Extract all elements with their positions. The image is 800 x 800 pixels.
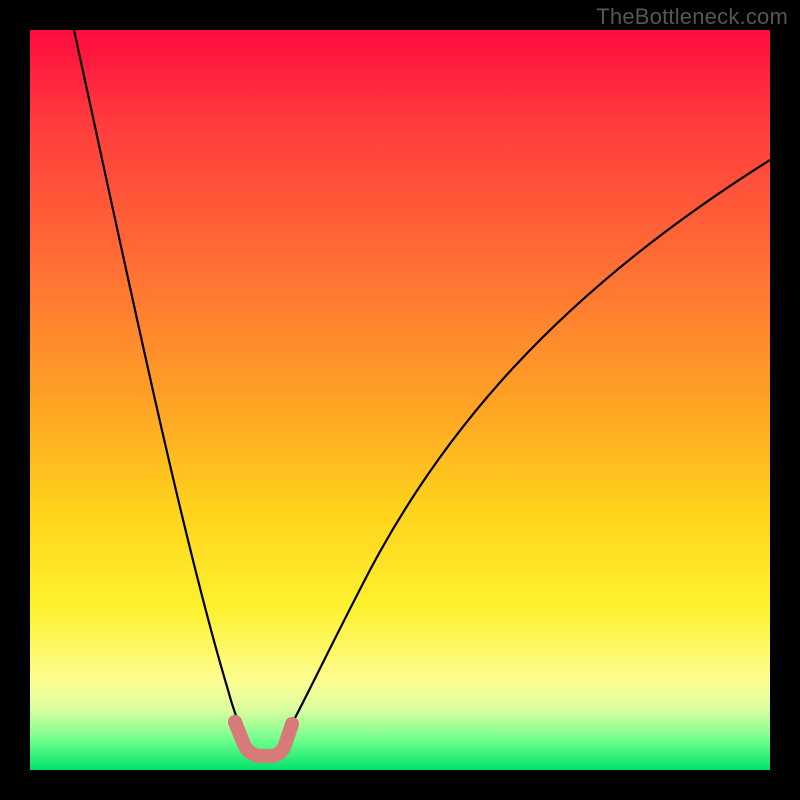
- plot-area: [30, 30, 770, 770]
- chart-stage: TheBottleneck.com: [0, 0, 800, 800]
- optimal-trough-marker: [235, 722, 292, 756]
- curve-left-branch: [74, 30, 248, 744]
- watermark-text: TheBottleneck.com: [596, 4, 788, 30]
- curve-right-branch: [280, 160, 770, 744]
- curve-layer: [30, 30, 770, 770]
- trough-dot-right: [285, 717, 299, 731]
- trough-dot-left: [228, 715, 242, 729]
